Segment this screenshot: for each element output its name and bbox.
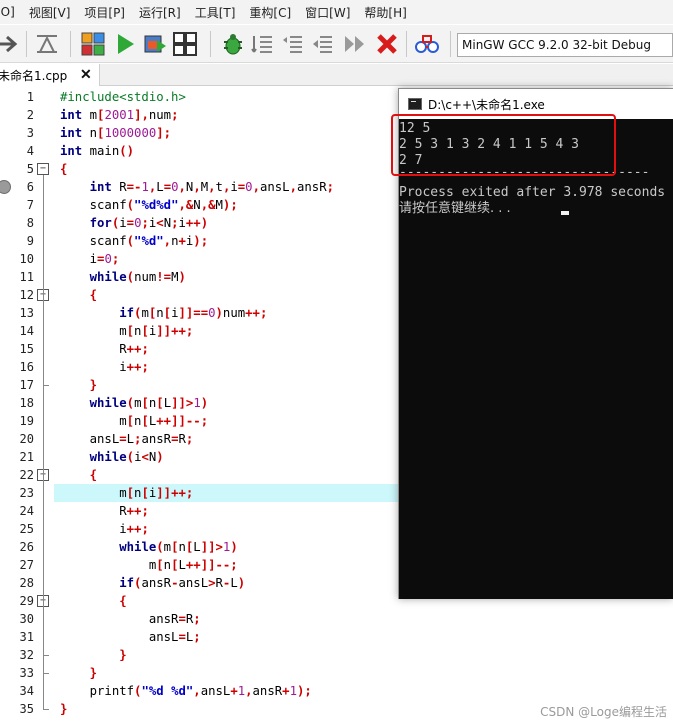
close-icon[interactable]: ✕	[80, 66, 92, 83]
toolbar-separator	[210, 31, 211, 57]
tab-file[interactable]: 未命名1.cpp ✕	[0, 64, 100, 86]
toolbar-separator	[70, 31, 71, 57]
console-line: Process exited after 3.978 seconds	[399, 185, 666, 200]
line-number: 14	[19, 324, 34, 338]
line-number: 25	[19, 522, 34, 536]
unindent-icon[interactable]	[280, 31, 306, 57]
line-number: 9	[26, 234, 34, 248]
line-number: 31	[19, 630, 34, 644]
line-number: 23	[19, 486, 34, 500]
line-number: 1	[26, 90, 34, 104]
line-number: 17	[19, 378, 34, 392]
toolbar-separator	[450, 31, 451, 57]
fold-end-marker	[43, 655, 49, 656]
menu-item-project[interactable]: 项目[P]	[84, 4, 125, 21]
line-number: 16	[19, 360, 34, 374]
profile-icon[interactable]	[414, 31, 440, 57]
line-number: 4	[26, 144, 34, 158]
annotation-box	[391, 114, 616, 176]
menu-item-view[interactable]: 视图[V]	[29, 4, 71, 21]
line-number: 19	[19, 414, 34, 428]
line-number: 32	[19, 648, 34, 662]
toolbar: MinGW GCC 9.2.0 32-bit Debug	[0, 25, 673, 63]
debug-bug-icon[interactable]	[220, 31, 246, 57]
line-number: 11	[19, 270, 34, 284]
line-number: 22	[19, 468, 34, 482]
windows-icon[interactable]	[172, 31, 198, 57]
line-number: 8	[26, 216, 34, 230]
fold-end-marker	[43, 673, 49, 674]
code-line: ansL=L;	[60, 630, 201, 644]
line-number: 2	[26, 108, 34, 122]
line-number-gutter: 1 2 3 4 5 6 7 8 9 10 11 12 13 14 15 16 17 18 19 20 21 22 23 24 2…	[0, 88, 54, 726]
console-title: D:\c++\未命名1.exe	[428, 98, 545, 112]
menu-item-refactor[interactable]: 重构[C]	[249, 4, 291, 21]
fold-end-marker	[43, 385, 49, 386]
stop-icon[interactable]	[374, 31, 400, 57]
line-number: 27	[19, 558, 34, 572]
tab-file-label: 未命名1.cpp	[0, 68, 68, 83]
code-line: }	[119, 648, 127, 662]
fold-guide	[43, 175, 44, 709]
line-number: 10	[19, 252, 34, 266]
line-number: 3	[26, 126, 34, 140]
fast-forward-icon[interactable]	[342, 31, 368, 57]
line-number: 26	[19, 540, 34, 554]
console-cursor	[561, 211, 569, 215]
console-output: 12 5 2 5 3 1 3 2 4 1 1 5 4 3 2 7 -------…	[399, 119, 673, 599]
run-icon[interactable]	[112, 31, 138, 57]
menu-bar: [O] 视图[V] 项目[P] 运行[R] 工具[T] 重构[C] 窗口[W] …	[0, 0, 673, 24]
line-number: 18	[19, 396, 34, 410]
indent-icon[interactable]	[250, 31, 276, 57]
format-icon[interactable]	[34, 31, 60, 57]
compiler-select[interactable]: MinGW GCC 9.2.0 32-bit Debug	[457, 33, 673, 57]
code-line: ansR=R;	[60, 612, 201, 626]
line-number: 13	[19, 306, 34, 320]
compile-run-icon[interactable]	[142, 31, 168, 57]
toolbar-separator	[406, 31, 407, 57]
line-number: 24	[19, 504, 34, 518]
line-number: 28	[19, 576, 34, 590]
line-number: 5	[26, 162, 34, 176]
code-line: printf("%d %d",ansL+1,ansR+1);	[60, 684, 312, 698]
watermark: CSDN @Loge编程生活	[540, 705, 667, 719]
code-line: }	[89, 666, 98, 680]
line-number: 35	[19, 702, 34, 716]
menu-item-window[interactable]: 窗口[W]	[305, 4, 350, 21]
line-number: 34	[19, 684, 34, 698]
toolbar-separator	[26, 31, 27, 57]
tab-bar: 未命名1.cpp ✕	[0, 64, 673, 86]
line-number: 15	[19, 342, 34, 356]
line-number: 20	[19, 432, 34, 446]
fold-toggle-icon[interactable]: −	[37, 163, 49, 175]
grid-icon[interactable]	[80, 31, 106, 57]
line-number: 7	[26, 198, 34, 212]
line-number: 33	[19, 666, 34, 680]
line-number: 29	[19, 594, 34, 608]
line-number: 30	[19, 612, 34, 626]
menu-item-help[interactable]: 帮助[H]	[364, 4, 406, 21]
console-icon	[408, 98, 422, 110]
line-number: 12	[19, 288, 34, 302]
menu-item-tools[interactable]: 工具[T]	[195, 4, 236, 21]
arrow-right-icon[interactable]	[0, 31, 22, 57]
menu-item-o[interactable]: [O]	[0, 5, 15, 19]
fold-end-marker	[43, 709, 49, 710]
menu-item-run[interactable]: 运行[R]	[139, 4, 181, 21]
comment-icon[interactable]	[310, 31, 336, 57]
console-line: 请按任意键继续. . .	[399, 201, 511, 216]
line-number: 21	[19, 450, 34, 464]
